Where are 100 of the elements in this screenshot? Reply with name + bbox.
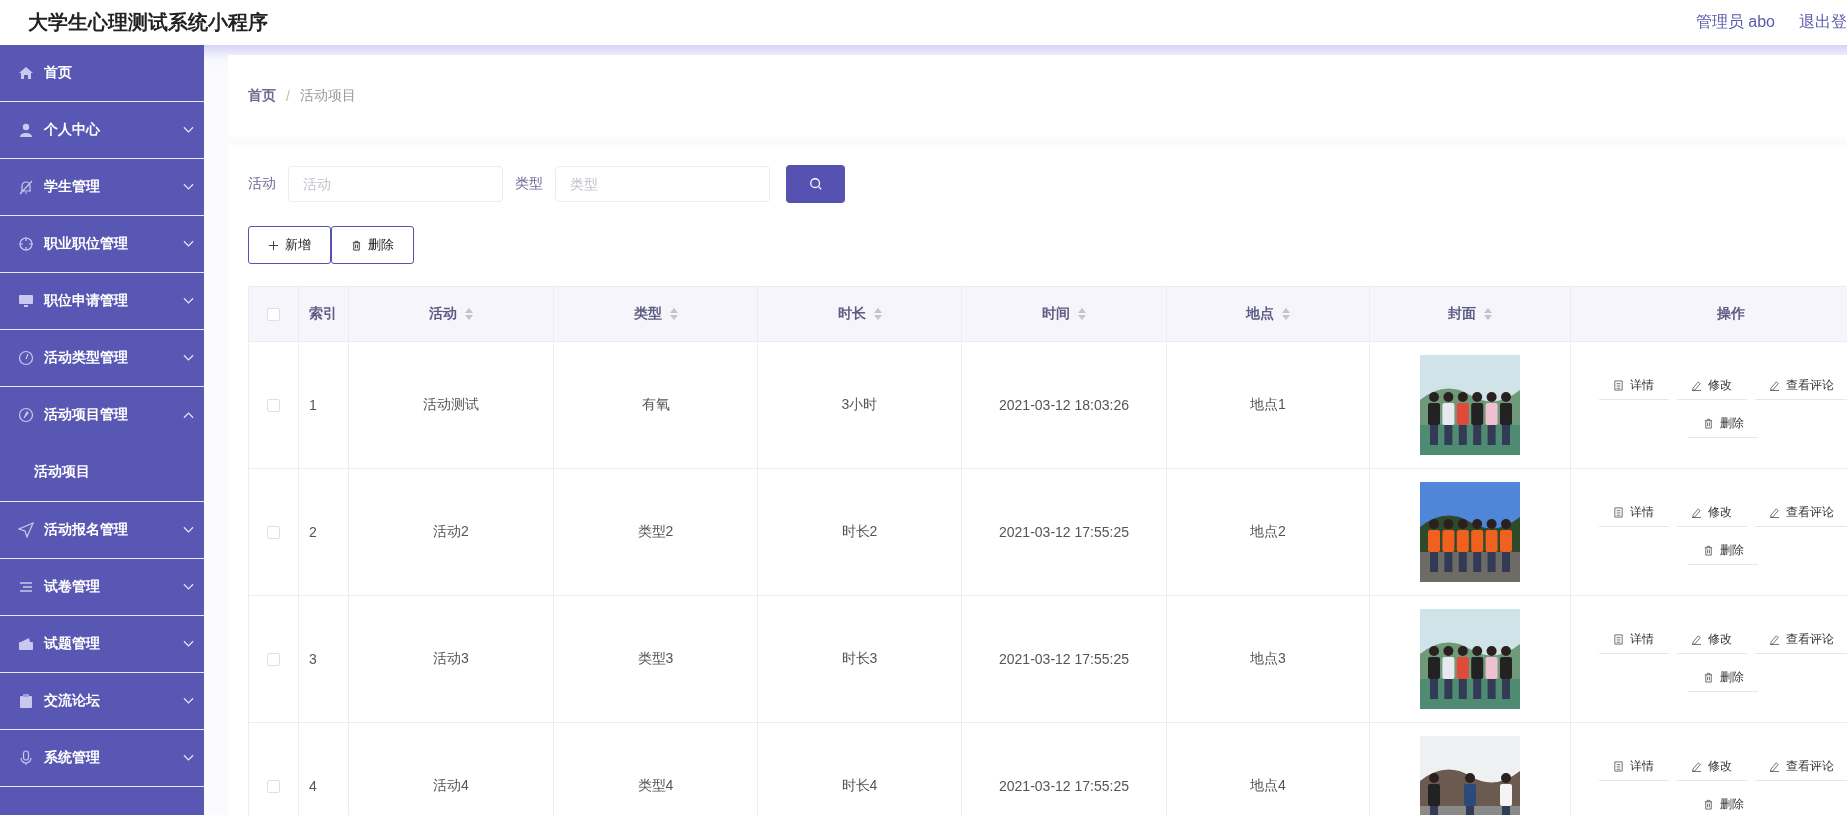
sidebar-item[interactable]: 活动类型管理	[0, 330, 204, 386]
trash-icon	[1702, 545, 1714, 556]
column-header: 操作	[1716, 305, 1745, 323]
sort-icon[interactable]	[669, 308, 678, 320]
table-cell: 时长2	[841, 523, 878, 541]
sidebar-item[interactable]: 职业职位管理	[0, 216, 204, 272]
document-icon	[1613, 380, 1624, 391]
sort-icon[interactable]	[1484, 308, 1492, 320]
crosshair-icon	[18, 236, 34, 252]
checkbox[interactable]	[267, 525, 280, 539]
bell-icon	[18, 179, 34, 195]
chevron-icon	[183, 697, 194, 705]
column-header: 地点	[1246, 305, 1274, 323]
chevron-icon	[183, 583, 194, 591]
table-cell: 活动2	[433, 523, 469, 541]
pencil-icon	[1691, 380, 1702, 391]
checkbox[interactable]	[267, 779, 280, 793]
sidebar-item[interactable]: 活动报名管理	[0, 502, 204, 558]
document-icon	[1613, 761, 1624, 772]
table-cell: 2	[309, 524, 317, 540]
app-title: 大学生心理测试系统小程序	[28, 10, 268, 35]
sort-icon[interactable]	[465, 308, 473, 320]
sidebar-item[interactable]: 学生管理	[0, 159, 204, 215]
home-icon	[18, 65, 34, 81]
search-field[interactable]: 类型	[555, 166, 770, 202]
pencil-icon	[1768, 634, 1780, 645]
checkbox[interactable]	[267, 398, 280, 412]
plus-icon	[268, 239, 279, 251]
sort-icon[interactable]	[873, 308, 882, 320]
search-field[interactable]: 活动	[288, 166, 503, 202]
field-label: 类型	[515, 175, 543, 193]
pencil-icon	[1691, 507, 1702, 518]
table-cell: 活动测试	[423, 396, 479, 414]
clipboard-icon	[18, 693, 34, 709]
table-cell: 4	[309, 778, 317, 794]
table-cell: 时长3	[841, 650, 878, 668]
column-header: 封面	[1448, 305, 1476, 323]
table-cell: 时长4	[841, 777, 878, 795]
table-cell: 地点3	[1250, 650, 1286, 668]
document-icon	[1613, 507, 1624, 518]
table-cell: 活动3	[433, 650, 469, 668]
sidebar-item[interactable]: 个人中心	[0, 102, 204, 158]
column-header: 活动	[429, 305, 457, 323]
table-cell: 类型3	[637, 650, 674, 668]
trash-icon	[1702, 799, 1714, 810]
breadcrumb-link[interactable]: 首页	[248, 87, 276, 105]
sidebar-item[interactable]: 活动项目管理	[0, 387, 204, 443]
field-label: 活动	[248, 175, 276, 193]
chevron-icon	[183, 183, 194, 191]
sidebar-item[interactable]: 职位申请管理	[0, 273, 204, 329]
pencil-icon	[1691, 634, 1702, 645]
checkbox[interactable]	[267, 307, 280, 321]
checkbox[interactable]	[267, 652, 280, 666]
chevron-icon	[183, 297, 194, 305]
chevron-icon	[183, 411, 194, 419]
pencil-icon	[1768, 507, 1780, 518]
sidebar-item[interactable]: 试题管理	[0, 616, 204, 672]
table-cell: 地点2	[1250, 523, 1286, 541]
table-cell: 地点1	[1250, 396, 1286, 414]
table-cell: 活动4	[433, 777, 469, 795]
search-button[interactable]	[786, 165, 845, 203]
sidebar-subitem[interactable]: 活动项目	[0, 443, 204, 501]
table-cell: 类型4	[637, 777, 674, 795]
user-name: 管理员 abo	[1695, 12, 1775, 32]
table-cell: 3小时	[841, 396, 878, 414]
chevron-icon	[183, 754, 194, 762]
search-icon	[808, 177, 823, 191]
sort-icon[interactable]	[1282, 308, 1290, 320]
table-cell: 有氧	[641, 396, 670, 414]
sidebar-item[interactable]: 交流论坛	[0, 673, 204, 729]
chevron-icon	[183, 126, 194, 134]
logout-link[interactable]: 退出登	[1799, 12, 1847, 33]
trash-icon	[1702, 418, 1714, 429]
table-cell: 2021-03-12 17:55:25	[999, 651, 1129, 667]
pencil-icon	[1768, 380, 1780, 391]
gauge-icon	[18, 350, 34, 366]
table-cell: 2021-03-12 18:03:26	[999, 397, 1129, 413]
list-icon	[18, 579, 34, 595]
column-header: 时长	[837, 305, 866, 323]
column-header: 类型	[633, 305, 662, 323]
table-cell: 2021-03-12 17:55:25	[999, 524, 1129, 540]
sidebar-item[interactable]: 试卷管理	[0, 559, 204, 615]
compass-icon	[18, 407, 34, 423]
add-button[interactable]: 新增	[248, 226, 331, 264]
trash-icon	[351, 239, 362, 251]
delete-button[interactable]: 删除	[331, 226, 414, 264]
trash-icon	[1702, 672, 1714, 683]
breadcrumb-separator: /	[286, 88, 290, 104]
pencil-icon	[1691, 761, 1702, 772]
sort-icon[interactable]	[1078, 308, 1086, 320]
column-header: 索引	[309, 305, 337, 323]
table-cell: 地点4	[1250, 777, 1286, 795]
microphone-icon	[18, 750, 34, 766]
sidebar-item[interactable]: 系统管理	[0, 730, 204, 786]
table-cell: 1	[309, 397, 317, 413]
table-cell: 2021-03-12 17:55:25	[999, 778, 1129, 794]
send-icon	[18, 522, 34, 538]
sidebar-item[interactable]: 首页	[0, 45, 204, 101]
table-cell: 3	[309, 651, 317, 667]
pencil-icon	[1768, 761, 1780, 772]
